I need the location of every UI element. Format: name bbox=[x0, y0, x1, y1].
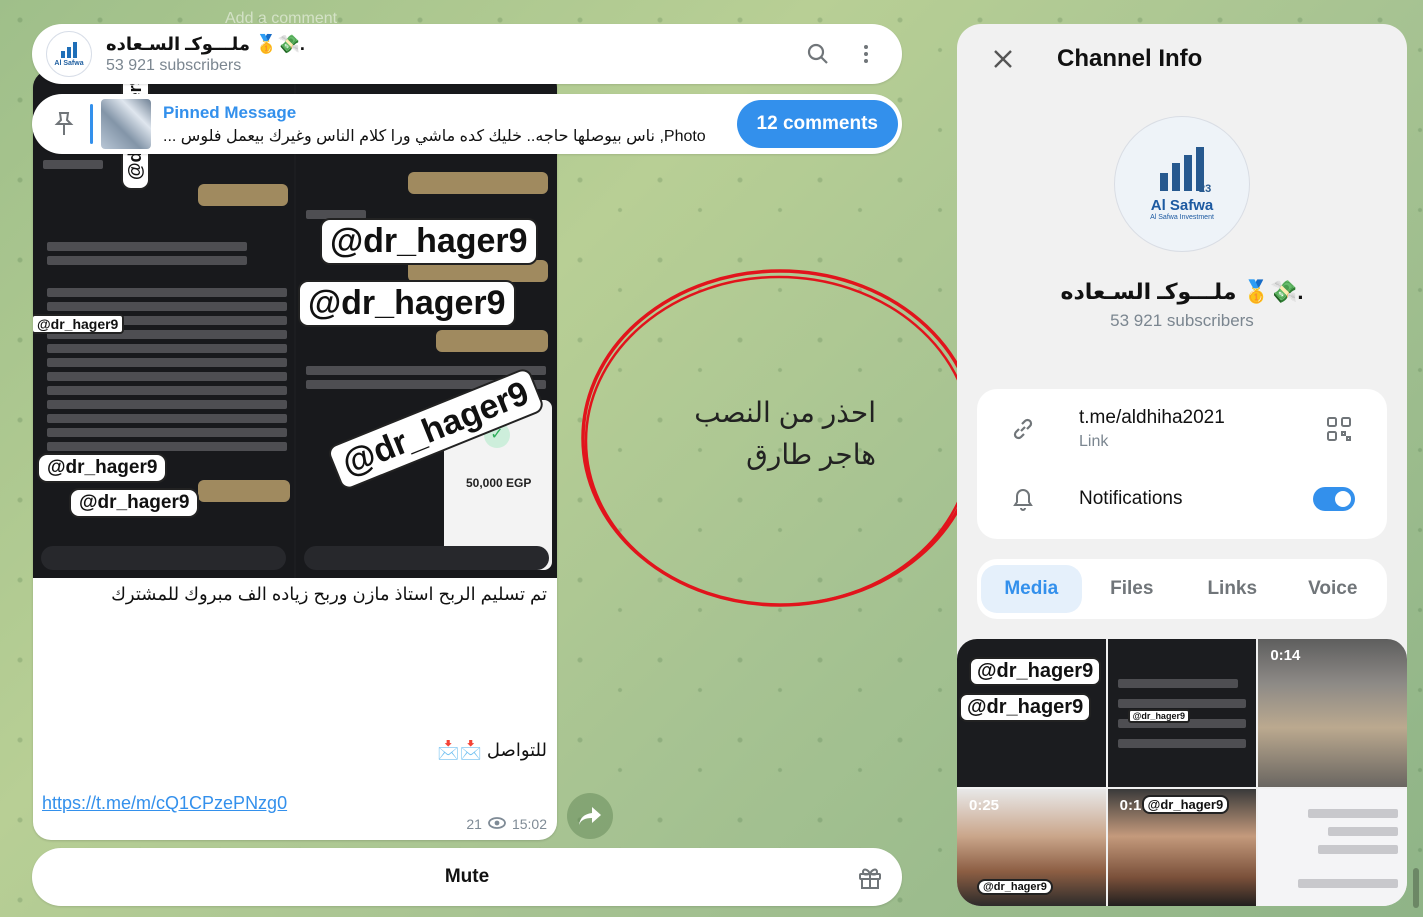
more-vertical-icon[interactable] bbox=[846, 34, 886, 74]
forward-button[interactable] bbox=[567, 793, 613, 839]
mute-button[interactable]: Mute bbox=[445, 866, 489, 888]
qr-code-icon[interactable] bbox=[1319, 409, 1359, 449]
watermark: @dr_hager9 bbox=[1127, 709, 1190, 723]
watermark: @dr_hager9 bbox=[37, 453, 168, 483]
panel-header: Channel Info bbox=[957, 24, 1407, 94]
pin-indicator bbox=[90, 104, 93, 144]
watermark: @dr_hager9 bbox=[33, 314, 125, 334]
watermark: @dr_hager9 bbox=[977, 879, 1053, 895]
subscriber-count: 53 921 subscribers bbox=[106, 56, 242, 74]
media-item[interactable] bbox=[1258, 789, 1407, 906]
channel-info-panel: Channel Info 23 Al Safwa Al Safwa Invest… bbox=[957, 24, 1407, 906]
post-meta: 21 15:02 bbox=[466, 816, 547, 832]
chart-bars-icon bbox=[1160, 147, 1204, 191]
post-contact: للتواصل 📩📩 bbox=[437, 740, 547, 760]
avatar-subtitle: Al Safwa Investment bbox=[1150, 214, 1214, 221]
video-duration: 0:14 bbox=[1270, 647, 1301, 664]
channel-post[interactable]: @dr_hager9 @dr_hager9 @dr_hager9 @dr_hag… bbox=[33, 70, 557, 840]
input-bar-image bbox=[304, 546, 549, 570]
warning-line-2: هاجر طارق bbox=[746, 439, 876, 470]
tab-media[interactable]: Media bbox=[981, 565, 1082, 613]
watermark: @dr_hager9 bbox=[969, 657, 1102, 686]
pinned-message-bar[interactable]: Pinned Message Photo, ناس بيوصلها حاجه..… bbox=[32, 94, 902, 154]
pin-icon[interactable] bbox=[46, 106, 82, 142]
post-caption: تم تسليم الربح استاذ مازن وربح زياده الف… bbox=[111, 584, 547, 604]
avatar-label: Al Safwa bbox=[54, 59, 84, 67]
channel-name: ملـــوكـ السـعاده 🥇💸. bbox=[1060, 279, 1304, 304]
watermark: @dr_hager9 bbox=[320, 218, 538, 265]
input-bar-image bbox=[41, 546, 286, 570]
media-item[interactable]: @dr_hager9 bbox=[1107, 639, 1257, 787]
avatar-title: Al Safwa bbox=[1150, 197, 1214, 214]
watermark: @dr_hager9 bbox=[1141, 795, 1230, 814]
subscriber-count: 53 921 subscribers bbox=[1110, 311, 1254, 330]
media-item[interactable]: @dr_hager9 @dr_hager9 bbox=[957, 639, 1106, 787]
chat-header[interactable]: Al Safwa ملـــوكـ السـعاده 🥇💸. 53 921 su… bbox=[32, 24, 902, 84]
eye-icon bbox=[488, 816, 506, 832]
pinned-preview: Photo, ناس بيوصلها حاجه.. خليك كده ماشي … bbox=[163, 127, 706, 145]
scrollbar[interactable] bbox=[1413, 868, 1419, 908]
media-grid: @dr_hager9 @dr_hager9 @dr_hager9 0:14 0:… bbox=[957, 639, 1407, 906]
video-duration: 0:25 bbox=[969, 797, 1000, 814]
view-count: 21 bbox=[466, 816, 482, 832]
link-row[interactable]: t.me/aldhiha2021 Link bbox=[977, 407, 1387, 451]
notifications-toggle[interactable] bbox=[1313, 487, 1355, 511]
post-link[interactable]: https://t.me/m/cQ1CPzePNzg0 bbox=[42, 793, 287, 814]
chart-bars-icon bbox=[61, 41, 77, 58]
pinned-title: Pinned Message bbox=[163, 102, 297, 122]
tab-links[interactable]: Links bbox=[1182, 565, 1283, 613]
notifications-label: Notifications bbox=[1079, 488, 1183, 509]
tab-files[interactable]: Files bbox=[1082, 565, 1183, 613]
channel-title: ملـــوكـ السـعاده 🥇💸. bbox=[106, 33, 305, 54]
watermark: @dr_hager9 bbox=[959, 693, 1092, 722]
channel-avatar-large[interactable]: 23 Al Safwa Al Safwa Investment bbox=[1114, 116, 1250, 252]
pinned-thumbnail bbox=[101, 99, 151, 149]
panel-title: Channel Info bbox=[1057, 45, 1203, 72]
watermark: @dr_hager9 bbox=[69, 488, 200, 518]
gift-icon[interactable] bbox=[854, 861, 886, 893]
close-icon[interactable] bbox=[983, 39, 1023, 79]
bell-icon bbox=[1001, 477, 1045, 521]
channel-avatar[interactable]: Al Safwa bbox=[46, 31, 92, 77]
media-item-video[interactable]: 0:14 bbox=[1258, 639, 1407, 787]
tab-voice[interactable]: Voice bbox=[1283, 565, 1384, 613]
header-text[interactable]: ملـــوكـ السـعاده 🥇💸. 53 921 subscribers bbox=[106, 34, 790, 75]
media-tabs: Media Files Links Voice bbox=[977, 559, 1387, 619]
search-icon[interactable] bbox=[798, 34, 838, 74]
forward-icon bbox=[579, 807, 601, 825]
link-label: Link bbox=[1079, 433, 1109, 450]
warning-line-1: احذر من النصب bbox=[694, 397, 876, 428]
avatar-number: 23 bbox=[1199, 183, 1212, 195]
notifications-row[interactable]: Notifications bbox=[977, 477, 1387, 521]
mute-bar[interactable]: Mute bbox=[32, 848, 902, 906]
media-item-video[interactable]: 0:25 @dr_hager9 bbox=[957, 789, 1106, 906]
pinned-text[interactable]: Pinned Message Photo, ناس بيوصلها حاجه..… bbox=[163, 103, 737, 146]
comments-button[interactable]: 12 comments bbox=[736, 100, 898, 148]
link-icon bbox=[1001, 407, 1045, 451]
media-item-video[interactable]: 0:16 @dr_hager9 bbox=[1107, 789, 1257, 906]
post-time: 15:02 bbox=[511, 816, 547, 832]
channel-link[interactable]: t.me/aldhiha2021 bbox=[1079, 407, 1319, 429]
warning-annotation: احذر من النصب هاجر طارق bbox=[640, 392, 876, 476]
egp-amount: 50,000 EGP bbox=[466, 476, 532, 490]
watermark: @dr_hager9 bbox=[298, 280, 516, 327]
info-card: t.me/aldhiha2021 Link Notifications bbox=[977, 389, 1387, 539]
